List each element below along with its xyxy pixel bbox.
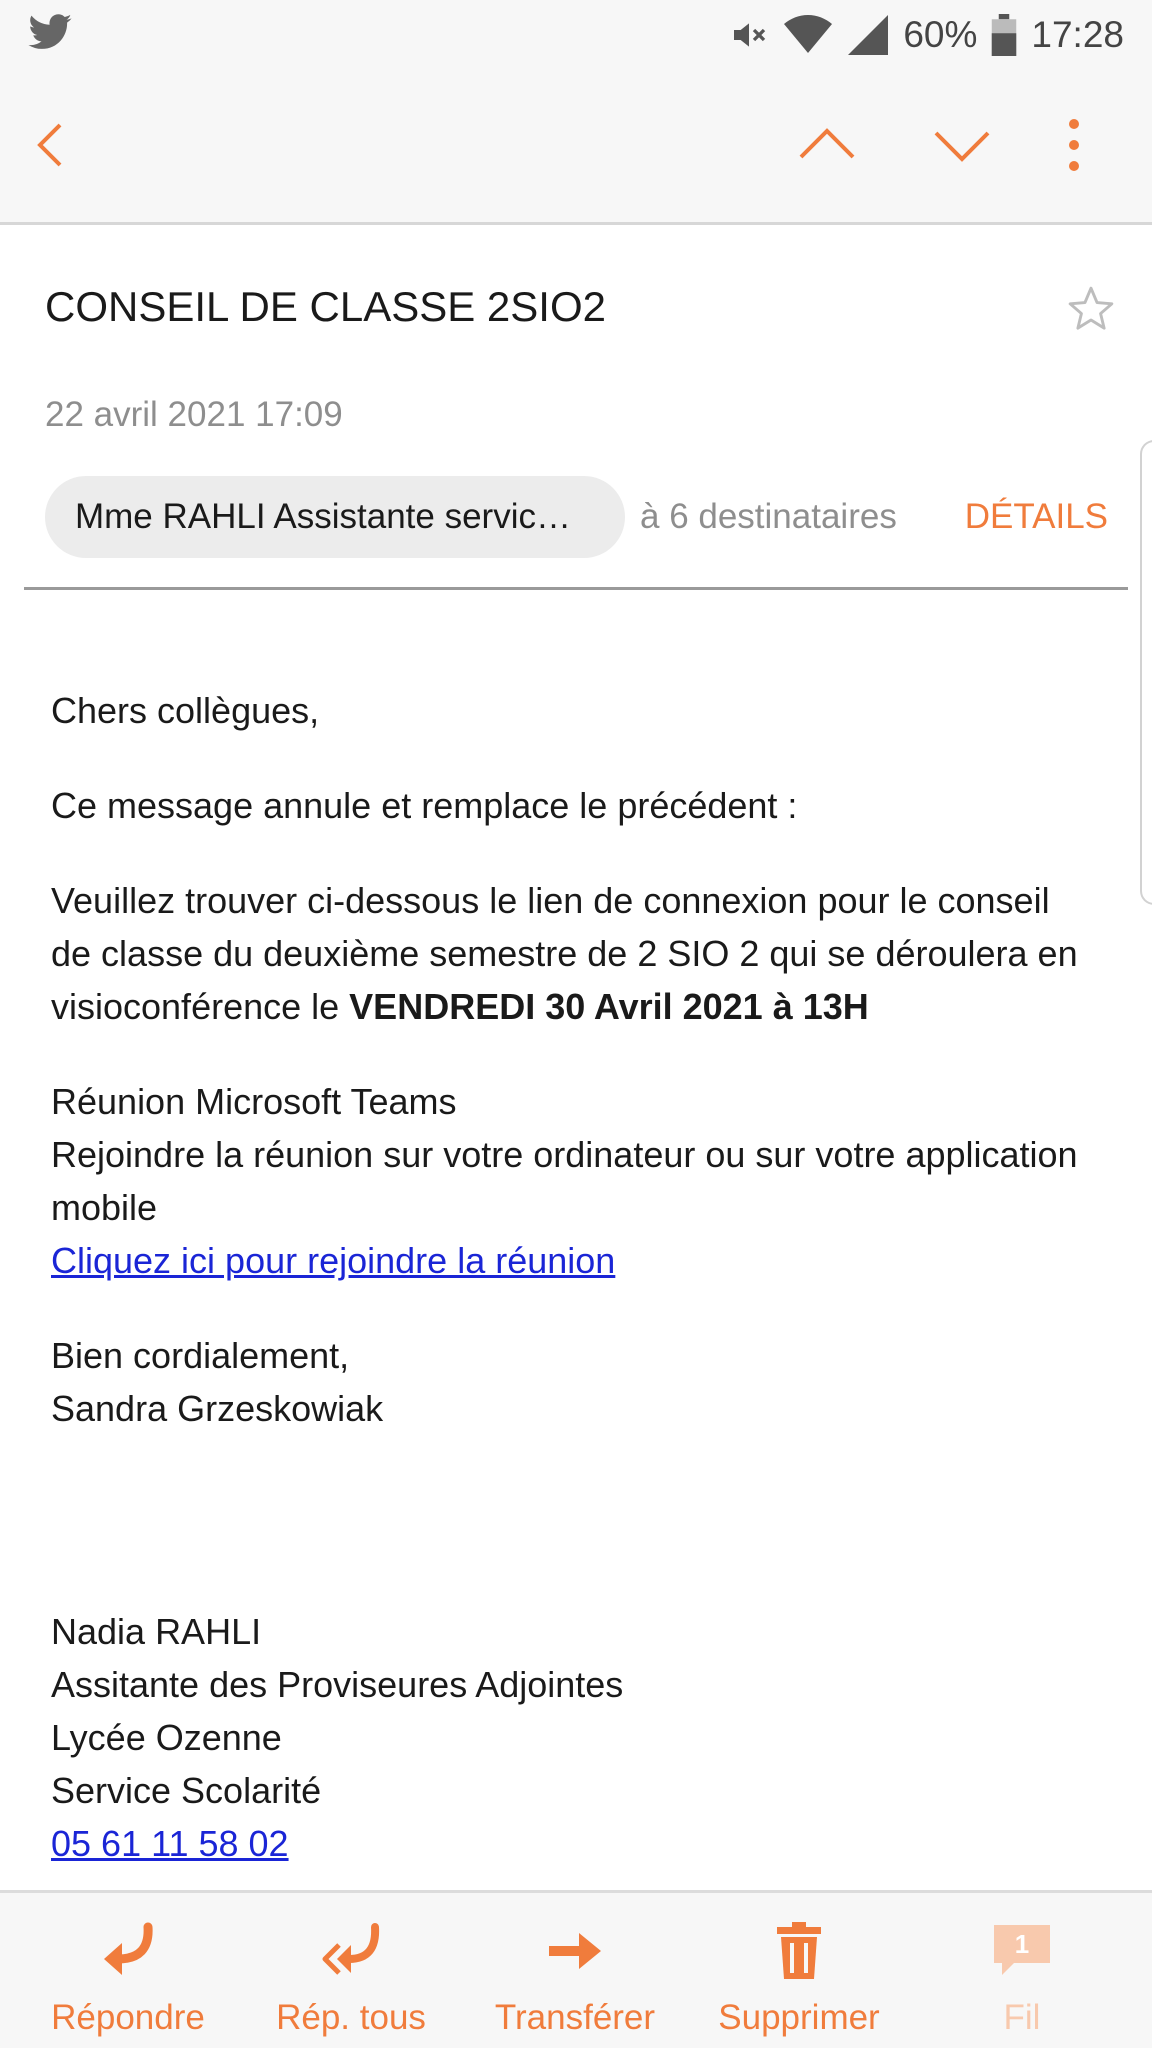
battery-percent: 60% — [903, 14, 978, 55]
trash-icon — [777, 1922, 821, 1979]
thread-count: 1 — [1015, 1929, 1029, 1959]
forward-icon — [549, 1933, 601, 1969]
mute-icon — [734, 23, 766, 47]
thread-label: Fil — [1003, 1998, 1041, 2037]
body-line: Ce message annule et remplace le précéde… — [51, 785, 798, 826]
meeting-date: VENDREDI 30 Avril 2021 à 13H — [349, 986, 869, 1027]
reply-all-button[interactable]: Rép. tous — [251, 1893, 451, 2051]
email-body: Chers collègues, Ce message annule et re… — [51, 684, 1091, 1870]
battery-icon — [992, 14, 1017, 56]
email-date: 22 avril 2021 17:09 — [45, 395, 343, 434]
thread-button[interactable]: 1 Fil — [922, 1893, 1122, 2051]
details-button[interactable]: DÉTAILS — [965, 497, 1108, 537]
clock: 17:28 — [1031, 14, 1124, 55]
star-icon[interactable] — [1066, 284, 1116, 334]
header-divider — [24, 587, 1128, 590]
wifi-icon — [784, 15, 833, 53]
reply-all-icon — [322, 1923, 380, 1975]
thread-chat-icon: 1 — [994, 1925, 1050, 1975]
forward-button[interactable]: Transférer — [475, 1893, 675, 2051]
signature-role: Assitante des Proviseures Adjointes — [51, 1664, 624, 1705]
signature-name: Nadia RAHLI — [51, 1611, 262, 1652]
reply-button[interactable]: Répondre — [28, 1893, 228, 2051]
recipients-count: à 6 destinataires — [640, 497, 897, 536]
reply-icon — [104, 1922, 153, 1975]
join-meeting-link[interactable]: Cliquez ici pour rejoindre la réunion — [51, 1240, 615, 1281]
edge-panel-handle[interactable] — [1140, 440, 1152, 905]
signature-phone-link[interactable]: 05 61 11 58 02 — [51, 1823, 289, 1864]
teams-description: Rejoindre la réunion sur votre ordinateu… — [51, 1134, 1078, 1228]
signal-icon — [848, 15, 889, 55]
twitter-icon — [28, 14, 72, 49]
toolbar — [0, 70, 1152, 225]
body-paragraph: Veuillez trouver ci-dessous le lien de c… — [51, 874, 1091, 1033]
status-bar: 60% 17:28 — [0, 0, 1152, 70]
teams-title: Réunion Microsoft Teams — [51, 1081, 457, 1122]
delete-label: Supprimer — [718, 1998, 880, 2037]
closing: Bien cordialement, — [51, 1335, 350, 1376]
greeting: Chers collègues, — [51, 690, 320, 731]
signer-name: Sandra Grzeskowiak — [51, 1388, 384, 1429]
previous-email-icon[interactable] — [797, 115, 857, 175]
signature-service: Service Scolarité — [51, 1770, 322, 1811]
reply-label: Répondre — [51, 1998, 205, 2037]
next-email-icon[interactable] — [932, 115, 992, 175]
action-bar: Répondre Rép. tous Transférer Supprimer … — [0, 1890, 1152, 2048]
email-subject: CONSEIL DE CLASSE 2SIO2 — [45, 283, 606, 330]
delete-button[interactable]: Supprimer — [699, 1893, 899, 2051]
forward-label: Transférer — [494, 1998, 656, 2037]
more-options-icon[interactable] — [1044, 115, 1104, 175]
sender-chip[interactable]: Mme RAHLI Assistante servic… — [45, 476, 625, 558]
back-icon[interactable] — [22, 115, 82, 175]
signature-school: Lycée Ozenne — [51, 1717, 282, 1758]
reply-all-label: Rép. tous — [276, 1998, 426, 2037]
